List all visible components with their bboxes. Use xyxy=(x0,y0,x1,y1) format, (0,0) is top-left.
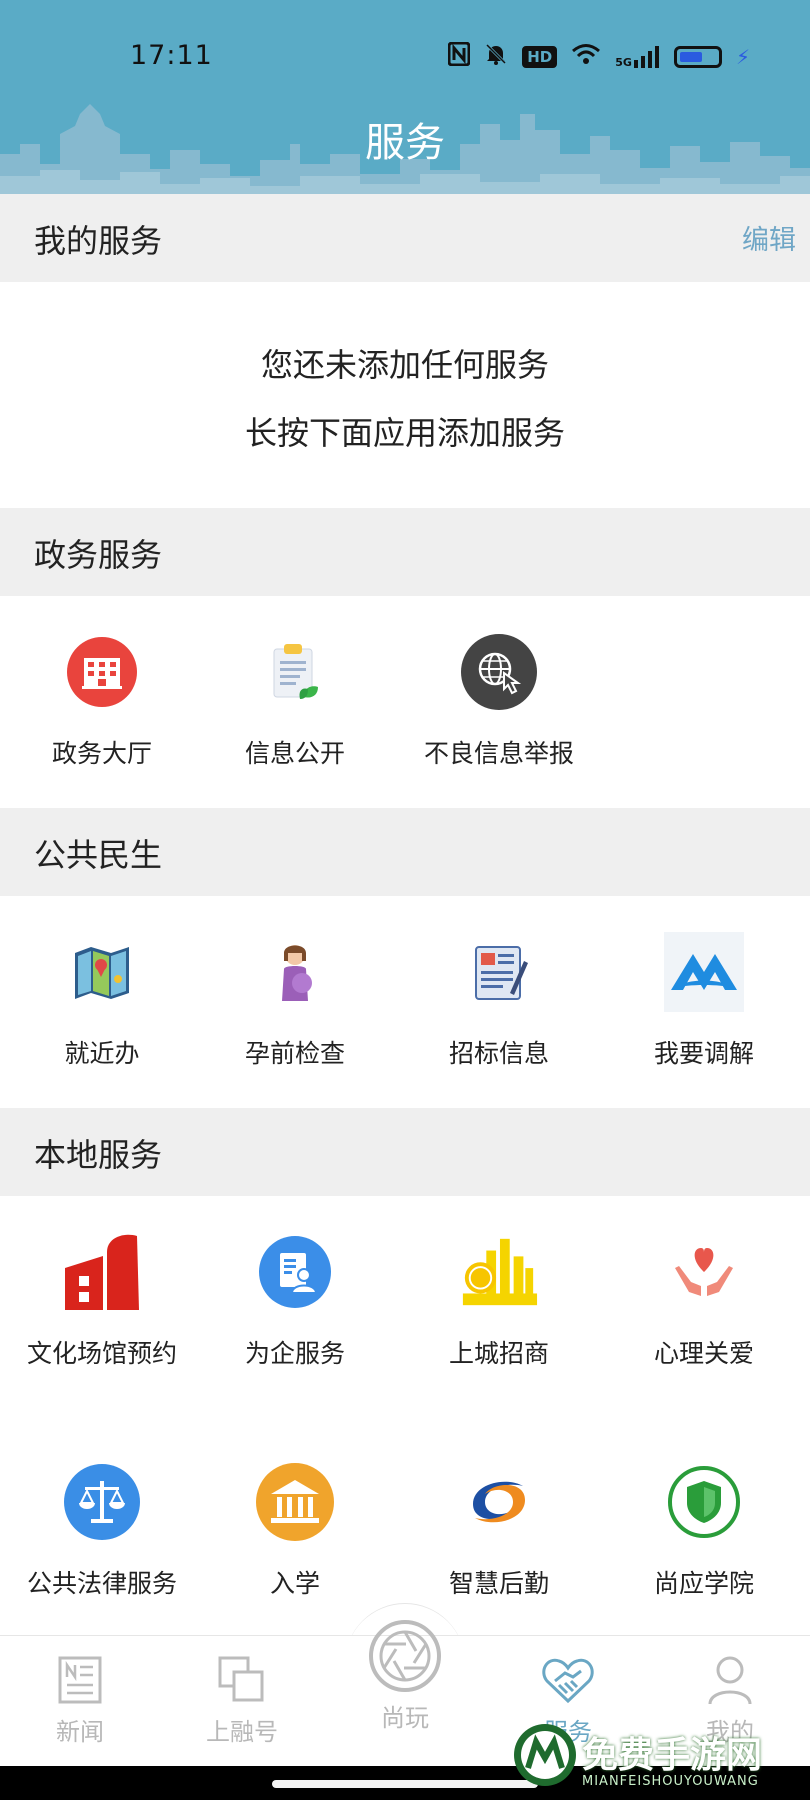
service-buliang-xinxi-jubao[interactable]: 不良信息举报 xyxy=(397,632,601,770)
heart-hands-icon xyxy=(664,1232,744,1312)
service-woyao-tiaojie[interactable]: 我要调解 xyxy=(602,932,806,1070)
service-label: 政务大厅 xyxy=(51,739,152,768)
swirl-logo-icon xyxy=(459,1462,539,1542)
scales-icon xyxy=(62,1462,142,1542)
nfc-icon xyxy=(447,41,471,71)
service-label: 心理关爱 xyxy=(653,1339,754,1368)
5g-signal-icon: 5G xyxy=(615,45,660,69)
my-services-header: 我的服务 编辑 xyxy=(0,194,810,282)
service-label: 孕前检查 xyxy=(244,1039,345,1068)
service-xinxi-gongkai[interactable]: 信息公开 xyxy=(193,632,397,770)
nav-tab-shangronghao[interactable]: 上融号 xyxy=(182,1652,302,1747)
local-services-header: 本地服务 xyxy=(0,1108,810,1196)
mediation-logo-icon xyxy=(664,932,744,1012)
home-indicator[interactable] xyxy=(272,1780,538,1788)
hd-icon: HD xyxy=(522,45,558,68)
section-title: 本地服务 xyxy=(34,1136,163,1174)
squares-icon xyxy=(212,1652,272,1708)
empty-message-line1: 您还未添加任何服务 xyxy=(260,346,549,384)
service-shangcheng-zhaoshang[interactable]: 上城招商 xyxy=(397,1232,601,1370)
service-label: 就近办 xyxy=(64,1039,140,1068)
section-title: 公共民生 xyxy=(34,836,163,874)
service-xinli-guanai[interactable]: 心理关爱 xyxy=(602,1232,806,1370)
empty-message-line2: 长按下面应用添加服务 xyxy=(244,414,565,452)
city-coins-icon xyxy=(459,1232,539,1312)
service-label: 信息公开 xyxy=(244,739,345,768)
nav-label: 新闻 xyxy=(56,1718,104,1746)
service-shangying-xueyuan[interactable]: 尚应学院 xyxy=(602,1462,806,1600)
clipboard-icon xyxy=(255,632,335,712)
service-label: 上城招商 xyxy=(448,1339,549,1368)
edit-button[interactable]: 编辑 xyxy=(742,218,796,257)
globe-touch-icon xyxy=(459,632,539,712)
service-label: 文化场馆预约 xyxy=(26,1339,177,1368)
section-title: 政务服务 xyxy=(34,536,163,574)
watermark-title: 免费手游网 xyxy=(582,1734,763,1776)
document-pen-icon xyxy=(459,932,539,1012)
nav-label: 上融号 xyxy=(206,1718,278,1746)
watermark: 免费手游网 MIANFEISHOUYOUWANG xyxy=(502,1718,802,1800)
service-wenhua-changguan-yuyue[interactable]: 文化场馆预约 xyxy=(0,1232,204,1370)
status-time: 17:11 xyxy=(130,40,213,71)
building-icon xyxy=(62,632,142,712)
enterprise-icon xyxy=(255,1232,335,1312)
service-weiqi-fuwu[interactable]: 为企服务 xyxy=(193,1232,397,1370)
nav-tab-shangwan[interactable]: 尚玩 xyxy=(345,1618,465,1733)
venue-icon xyxy=(62,1232,142,1312)
watermark-logo-icon xyxy=(514,1724,576,1786)
service-ruxue[interactable]: 入学 xyxy=(193,1462,397,1600)
status-bar: 17:11 HD 5G ⚡ xyxy=(0,30,810,80)
person-icon xyxy=(700,1652,760,1708)
pregnant-woman-icon xyxy=(255,932,335,1012)
service-zhaobiao-xinxi[interactable]: 招标信息 xyxy=(397,932,601,1070)
section-title: 我的服务 xyxy=(34,222,163,260)
page-title: 服务 xyxy=(365,120,445,166)
service-label: 我要调解 xyxy=(653,1039,754,1068)
service-zhihui-houqin[interactable]: 智慧后勤 xyxy=(397,1462,601,1600)
school-icon xyxy=(255,1462,335,1542)
service-jiujinban[interactable]: 就近办 xyxy=(0,932,204,1070)
public-services-header: 公共民生 xyxy=(0,808,810,896)
map-icon xyxy=(62,932,142,1012)
camera-aperture-icon xyxy=(367,1618,443,1694)
service-label: 尚应学院 xyxy=(653,1569,754,1598)
charging-icon: ⚡ xyxy=(735,44,750,69)
gov-services-header: 政务服务 xyxy=(0,508,810,596)
shield-icon xyxy=(664,1462,744,1542)
service-label: 为企服务 xyxy=(244,1339,345,1368)
mute-icon xyxy=(484,42,508,71)
service-yunqian-jiancha[interactable]: 孕前检查 xyxy=(193,932,397,1070)
nav-tab-news[interactable]: 新闻 xyxy=(20,1652,140,1747)
service-label: 招标信息 xyxy=(448,1039,549,1068)
service-zhengwu-dating[interactable]: 政务大厅 xyxy=(0,632,204,770)
battery-icon xyxy=(673,45,722,68)
service-gonggong-falv-fuwu[interactable]: 公共法律服务 xyxy=(0,1462,204,1600)
wifi-icon xyxy=(571,43,601,70)
service-label: 智慧后勤 xyxy=(448,1569,549,1598)
news-icon xyxy=(50,1652,110,1708)
header: 17:11 HD 5G ⚡ 服务 xyxy=(0,0,810,194)
nav-label: 尚玩 xyxy=(381,1704,429,1732)
service-label: 入学 xyxy=(269,1569,320,1598)
handshake-icon xyxy=(538,1652,598,1708)
service-label: 公共法律服务 xyxy=(26,1569,177,1598)
signal-label: 5G xyxy=(615,55,632,69)
watermark-subtitle: MIANFEISHOUYOUWANG xyxy=(582,1774,759,1789)
service-label: 不良信息举报 xyxy=(423,739,574,768)
